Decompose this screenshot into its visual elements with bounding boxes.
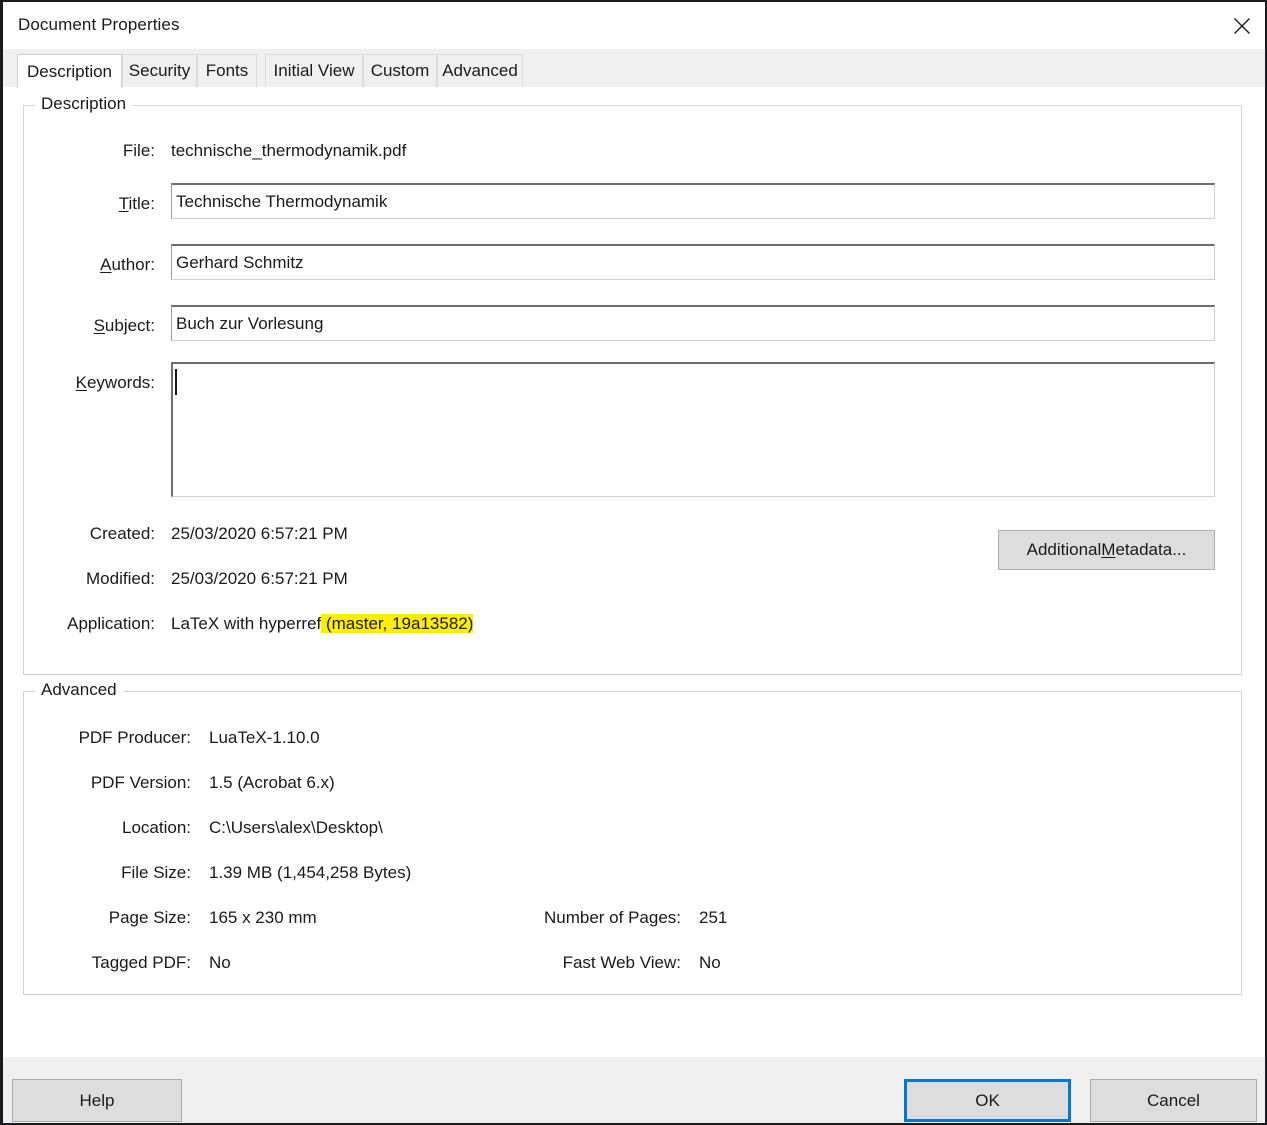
tab-panel-description: Description File: technische_thermodynam… [3, 87, 1265, 1057]
author-label-mnemonic: A [100, 255, 112, 274]
modified-value: 25/03/2020 6:57:21 PM [171, 569, 348, 588]
tab-security[interactable]: Security [122, 54, 197, 87]
close-button[interactable] [1219, 2, 1265, 49]
number-of-pages-value: 251 [699, 908, 728, 927]
title-bar: Document Properties [3, 2, 1265, 49]
tab-description[interactable]: Description [17, 54, 122, 88]
description-group-legend: Description [35, 94, 133, 114]
created-value: 25/03/2020 6:57:21 PM [171, 524, 348, 543]
application-value-highlight: (master, 19a13582) [321, 614, 474, 633]
subject-label-rest: ubject: [104, 316, 155, 335]
page-title: Document Properties [18, 15, 180, 34]
help-button-label: Help [79, 1090, 115, 1110]
tab-description-label: Description [26, 61, 113, 81]
advanced-group: Advanced [23, 680, 1242, 995]
tab-advanced-label: Advanced [442, 61, 518, 80]
tab-custom[interactable]: Custom [363, 54, 437, 87]
author-input-value: Gerhard Schmitz [176, 252, 304, 272]
number-of-pages-label: Number of Pages: [543, 908, 681, 927]
author-label-rest: uthor: [111, 255, 155, 274]
additional-metadata-label-pre: Additional [1026, 540, 1102, 559]
ok-button-label: OK [975, 1090, 1000, 1110]
keywords-label-rest: eywords: [86, 373, 155, 392]
text-caret [175, 369, 177, 395]
subject-input-value: Buch zur Vorlesung [176, 313, 324, 333]
file-label: File: [122, 141, 155, 160]
subject-label: Subject: [23, 316, 155, 336]
location-value: C:\Users\alex\Desktop\ [209, 818, 383, 837]
file-size-value: 1.39 MB (1,454,258 Bytes) [209, 863, 412, 882]
title-label: Title: [23, 194, 155, 214]
application-value-plain: LaTeX with hyperref [171, 614, 322, 633]
tagged-pdf-value: No [209, 953, 231, 972]
tab-initial-view[interactable]: Initial View [265, 54, 363, 87]
location-label: Location: [122, 818, 191, 837]
title-label-rest: itle: [128, 194, 155, 213]
fast-web-view-value: No [699, 953, 721, 972]
title-label-mnemonic: T [118, 194, 129, 213]
pdf-producer-label: PDF Producer: [78, 728, 191, 747]
cancel-button-label: Cancel [1147, 1090, 1200, 1110]
advanced-group-legend: Advanced [35, 680, 123, 700]
help-button[interactable]: Help [12, 1079, 182, 1122]
tab-strip: Description Security Fonts Initial View … [3, 49, 1265, 88]
additional-metadata-label-post: etadata... [1115, 540, 1187, 559]
close-icon [1233, 17, 1251, 35]
subject-input[interactable]: Buch zur Vorlesung [171, 305, 1215, 341]
additional-metadata-label-mnemonic: M [1101, 540, 1116, 559]
author-label: Author: [23, 255, 155, 275]
tab-fonts-label: Fonts [205, 61, 249, 80]
tab-initial-view-label: Initial View [273, 61, 355, 80]
keywords-textarea[interactable] [171, 362, 1215, 497]
pdf-producer-value: LuaTeX-1.10.0 [209, 728, 320, 747]
file-size-label: File Size: [121, 863, 191, 882]
modified-label: Modified: [86, 569, 155, 588]
subject-label-mnemonic: S [93, 316, 105, 335]
additional-metadata-button[interactable]: Additional Metadata... [998, 530, 1215, 570]
tagged-pdf-label: Tagged PDF: [91, 953, 191, 972]
pdf-version-label: PDF Version: [90, 773, 191, 792]
dialog-footer: Help OK Cancel [3, 1057, 1265, 1123]
title-input[interactable]: Technische Thermodynamik [171, 183, 1215, 219]
page-size-value: 165 x 230 mm [209, 908, 317, 927]
tab-advanced[interactable]: Advanced [437, 54, 523, 87]
tab-fonts[interactable]: Fonts [197, 54, 257, 87]
application-label: Application: [67, 614, 155, 633]
author-input[interactable]: Gerhard Schmitz [171, 244, 1215, 280]
page-size-label: Page Size: [108, 908, 191, 927]
file-value: technische_thermodynamik.pdf [171, 141, 407, 160]
fast-web-view-label: Fast Web View: [562, 953, 681, 972]
tab-custom-label: Custom [370, 61, 430, 80]
title-input-value: Technische Thermodynamik [176, 191, 388, 211]
keywords-label-mnemonic: K [75, 373, 87, 392]
created-label: Created: [89, 524, 155, 543]
cancel-button[interactable]: Cancel [1090, 1079, 1257, 1122]
application-value: LaTeX with hyperref (master, 19a13582) [171, 614, 474, 634]
ok-button[interactable]: OK [904, 1079, 1071, 1122]
pdf-version-value: 1.5 (Acrobat 6.x) [209, 773, 335, 792]
document-properties-dialog: Document Properties Description Security… [0, 0, 1267, 1125]
keywords-label: Keywords: [23, 373, 155, 393]
tab-security-label: Security [128, 61, 191, 80]
